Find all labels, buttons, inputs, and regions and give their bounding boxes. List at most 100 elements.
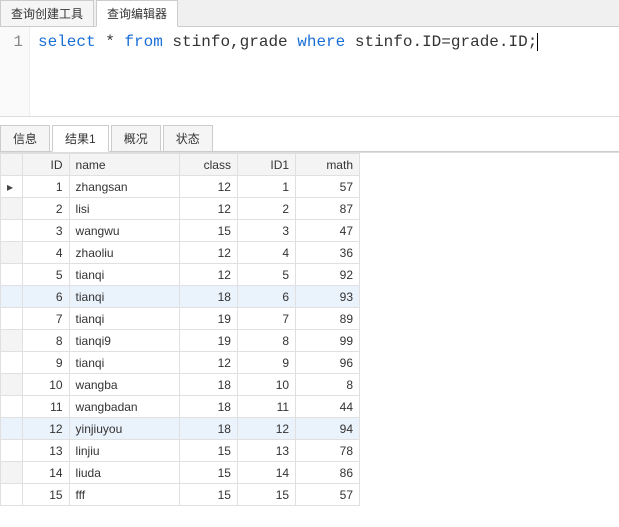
cell-math[interactable]: 44 [296,396,360,418]
cell-math[interactable]: 94 [296,418,360,440]
table-row[interactable]: 6tianqi18693 [1,286,360,308]
cell-id1[interactable]: 15 [237,484,295,506]
cell-id1[interactable]: 6 [237,286,295,308]
cell-name[interactable]: zhangsan [69,176,179,198]
table-row[interactable]: 10wangba18108 [1,374,360,396]
cell-class[interactable]: 15 [179,484,237,506]
cell-id1[interactable]: 9 [237,352,295,374]
cell-class[interactable]: 12 [179,242,237,264]
sql-code[interactable]: select * from stinfo,grade where stinfo.… [30,27,538,116]
cell-class[interactable]: 18 [179,286,237,308]
col-header-class[interactable]: class [179,154,237,176]
cell-name[interactable]: tianqi [69,264,179,286]
row-handle[interactable] [1,308,23,330]
row-handle[interactable] [1,286,23,308]
row-handle[interactable] [1,462,23,484]
cell-id[interactable]: 8 [23,330,69,352]
row-handle[interactable] [1,176,23,198]
cell-math[interactable]: 87 [296,198,360,220]
cell-id[interactable]: 11 [23,396,69,418]
table-row[interactable]: 3wangwu15347 [1,220,360,242]
row-handle-header[interactable] [1,154,23,176]
cell-name[interactable]: wangba [69,374,179,396]
cell-id1[interactable]: 5 [237,264,295,286]
cell-name[interactable]: tianqi [69,308,179,330]
table-row[interactable]: 8tianqi919899 [1,330,360,352]
table-row[interactable]: 4zhaoliu12436 [1,242,360,264]
cell-name[interactable]: wangwu [69,220,179,242]
cell-name[interactable]: yinjiuyou [69,418,179,440]
table-row[interactable]: 1zhangsan12157 [1,176,360,198]
cell-name[interactable]: zhaoliu [69,242,179,264]
cell-id[interactable]: 14 [23,462,69,484]
tab-status[interactable]: 状态 [163,125,213,151]
cell-math[interactable]: 89 [296,308,360,330]
cell-class[interactable]: 18 [179,396,237,418]
cell-class[interactable]: 12 [179,352,237,374]
cell-id1[interactable]: 12 [237,418,295,440]
cell-class[interactable]: 12 [179,264,237,286]
cell-math[interactable]: 92 [296,264,360,286]
cell-math[interactable]: 78 [296,440,360,462]
cell-id1[interactable]: 1 [237,176,295,198]
cell-id[interactable]: 9 [23,352,69,374]
cell-id[interactable]: 2 [23,198,69,220]
row-handle[interactable] [1,418,23,440]
cell-id1[interactable]: 8 [237,330,295,352]
cell-math[interactable]: 8 [296,374,360,396]
col-header-id1[interactable]: ID1 [237,154,295,176]
row-handle[interactable] [1,374,23,396]
cell-id[interactable]: 13 [23,440,69,462]
cell-id1[interactable]: 7 [237,308,295,330]
row-handle[interactable] [1,220,23,242]
sql-editor[interactable]: 1 select * from stinfo,grade where stinf… [0,27,619,117]
cell-name[interactable]: wangbadan [69,396,179,418]
cell-math[interactable]: 57 [296,176,360,198]
cell-name[interactable]: tianqi [69,286,179,308]
cell-id1[interactable]: 13 [237,440,295,462]
cell-class[interactable]: 19 [179,308,237,330]
cell-math[interactable]: 93 [296,286,360,308]
row-handle[interactable] [1,330,23,352]
cell-id[interactable]: 1 [23,176,69,198]
row-handle[interactable] [1,440,23,462]
cell-id[interactable]: 10 [23,374,69,396]
cell-id[interactable]: 4 [23,242,69,264]
table-row[interactable]: 14liuda151486 [1,462,360,484]
row-handle[interactable] [1,198,23,220]
col-header-name[interactable]: name [69,154,179,176]
tab-query-editor[interactable]: 查询编辑器 [96,0,178,27]
tab-info[interactable]: 信息 [0,125,50,151]
row-handle[interactable] [1,396,23,418]
cell-class[interactable]: 12 [179,198,237,220]
cell-name[interactable]: liuda [69,462,179,484]
cell-id[interactable]: 7 [23,308,69,330]
cell-name[interactable]: tianqi9 [69,330,179,352]
cell-id[interactable]: 6 [23,286,69,308]
cell-id[interactable]: 15 [23,484,69,506]
cell-math[interactable]: 86 [296,462,360,484]
cell-name[interactable]: fff [69,484,179,506]
table-row[interactable]: 9tianqi12996 [1,352,360,374]
cell-class[interactable]: 15 [179,220,237,242]
cell-class[interactable]: 18 [179,374,237,396]
cell-name[interactable]: lisi [69,198,179,220]
cell-class[interactable]: 19 [179,330,237,352]
table-row[interactable]: 11wangbadan181144 [1,396,360,418]
table-row[interactable]: 12yinjiuyou181294 [1,418,360,440]
row-handle[interactable] [1,242,23,264]
col-header-math[interactable]: math [296,154,360,176]
cell-id[interactable]: 3 [23,220,69,242]
cell-class[interactable]: 15 [179,462,237,484]
cell-math[interactable]: 36 [296,242,360,264]
cell-class[interactable]: 18 [179,418,237,440]
cell-id1[interactable]: 10 [237,374,295,396]
tab-result1[interactable]: 结果1 [52,125,109,152]
cell-id1[interactable]: 11 [237,396,295,418]
cell-class[interactable]: 15 [179,440,237,462]
cell-math[interactable]: 47 [296,220,360,242]
cell-id[interactable]: 12 [23,418,69,440]
cell-name[interactable]: tianqi [69,352,179,374]
cell-id[interactable]: 5 [23,264,69,286]
cell-class[interactable]: 12 [179,176,237,198]
